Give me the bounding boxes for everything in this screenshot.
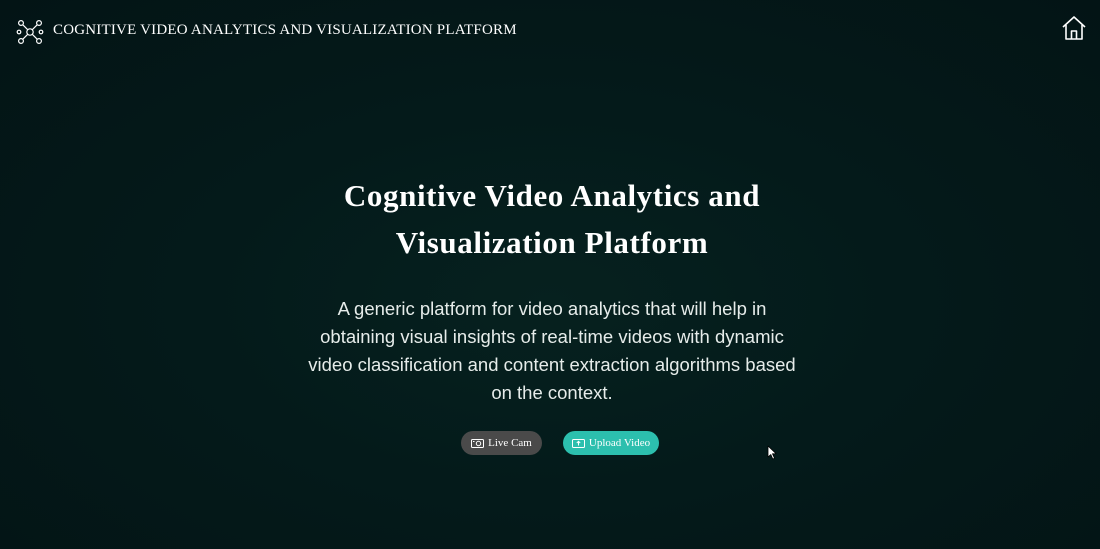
live-cam-label: Live Cam bbox=[488, 437, 532, 449]
upload-video-label: Upload Video bbox=[588, 437, 651, 449]
top-bar: COGNITIVE VIDEO ANALYTICS AND VISUALIZAT… bbox=[0, 0, 1100, 62]
live-cam-button[interactable]: Live Cam bbox=[461, 431, 542, 455]
hero-title: Cognitive Video Analytics and Visualizat… bbox=[343, 178, 761, 260]
camera-icon bbox=[471, 439, 485, 448]
mouse-cursor-icon bbox=[767, 445, 779, 461]
upload-video-icon bbox=[571, 439, 585, 448]
upload-video-button[interactable]: Upload Video bbox=[563, 431, 659, 455]
home-icon[interactable] bbox=[1060, 14, 1088, 42]
network-nodes-icon bbox=[16, 18, 44, 46]
app-title: COGNITIVE VIDEO ANALYTICS AND VISUALIZAT… bbox=[53, 22, 517, 38]
hero-description: A generic platform for video analytics t… bbox=[308, 298, 796, 403]
